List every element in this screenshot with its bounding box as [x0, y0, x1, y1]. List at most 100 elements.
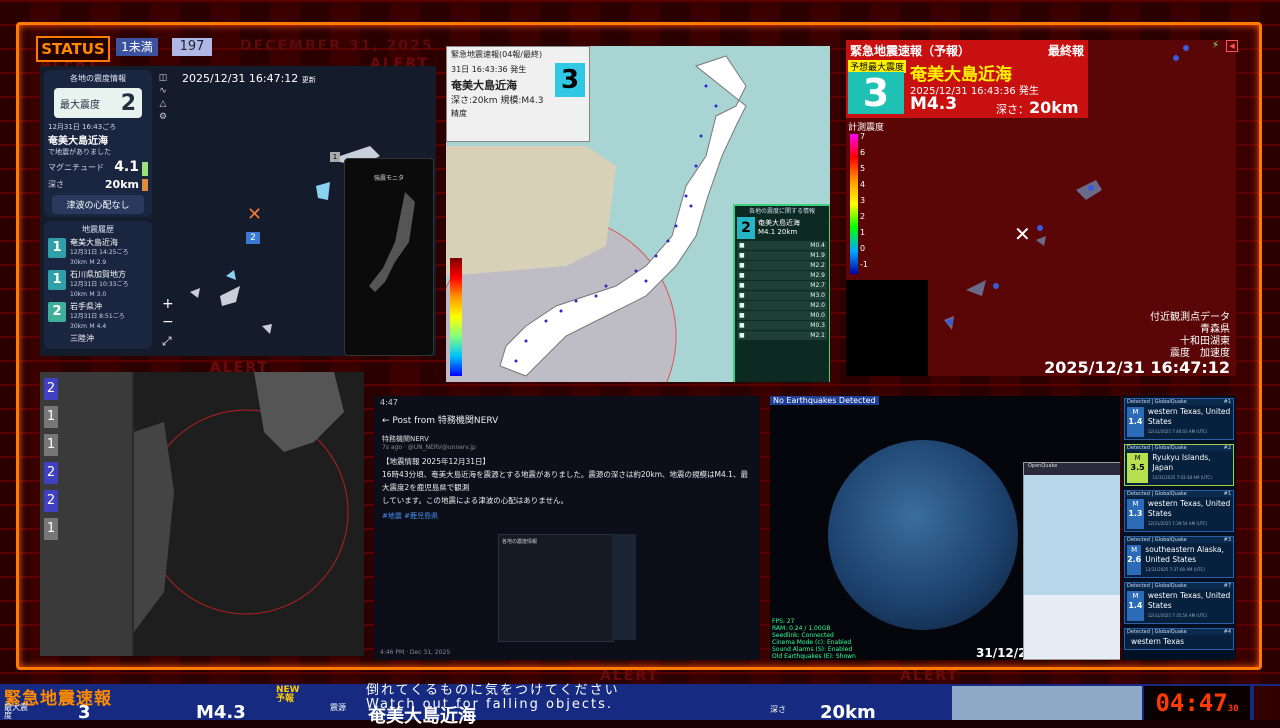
openquake-title: OpenQuake [1024, 463, 1120, 475]
globe-view[interactable] [828, 440, 1018, 630]
alert-watermark: ALERT [600, 668, 660, 684]
nied-list-row[interactable]: ■ M0.3 [737, 321, 827, 330]
history-place: 奄美大島近海 [70, 238, 118, 247]
history-item[interactable]: 1 石川県加賀地方 12月31日 10:33ごろ 10km M 3.0 [48, 270, 148, 299]
history-time: 12月31日 14:25ごろ [70, 249, 129, 256]
kmoni-intensity: 3 [848, 72, 904, 114]
globe-stats: FPS: 27 RAM: 0.24 / 1.00GB Seedlink: Con… [772, 618, 856, 660]
back-icon[interactable]: ◀ [1226, 40, 1238, 52]
globalquake-item-selected[interactable]: Detected | GlobalQuake #2 M 3.5 Ryukyu Isla… [1124, 444, 1234, 486]
history-item[interactable]: 三陸沖 [48, 334, 148, 343]
history-time: 12月31日 8:51ごろ [70, 313, 125, 320]
nied-list-mag: M4.1 [758, 228, 776, 236]
kmoni-title: 緊急地震速報（予報） [850, 44, 971, 58]
magnitude-label: マグニチュード [48, 162, 104, 172]
depth-row: 深さ 20km [48, 177, 148, 191]
nied-list-row[interactable]: ■ M2.2 [737, 261, 827, 270]
seismic-list: 2 1 1 2 2 1 [40, 372, 132, 656]
status-label: STATUS [36, 36, 110, 62]
seismic-list-item[interactable]: 2 [44, 378, 128, 400]
nerv-sidebar: 各地の震度情報 最大震度 2 12月31日 16:43ごろ 奄美大島近海 で地震… [44, 70, 152, 352]
seismic-app-panel: 2 1 1 2 2 1 [40, 372, 364, 656]
history-item[interactable]: 1 奄美大島近海 12月31日 14:25ごろ 30km M 2.9 [48, 238, 148, 267]
twitter-image[interactable]: 各地の震度情報 [498, 534, 614, 642]
nied-list-row[interactable]: ■ M0.4 [737, 241, 827, 250]
nerv-app-panel: 各地の震度情報 最大震度 2 12月31日 16:43ごろ 奄美大島近海 で地震… [40, 66, 436, 356]
ticker-end-block [1254, 686, 1280, 720]
magnitude-row: マグニチュード 4.1 [48, 159, 148, 176]
seismic-list-item[interactable]: 2 [44, 462, 128, 484]
globalquake-item[interactable]: Detected | GlobalQuake #1 M 1.4 western Tex… [1124, 398, 1234, 440]
twitter-user[interactable]: 特務機関NERV [374, 430, 760, 444]
nied-map-panel: 緊急地震速報(04報/最終) 31日 16:43:36 発生 奄美大島近海 深さ… [446, 46, 830, 382]
seismic-list-item[interactable]: 1 [44, 434, 128, 456]
seismic-map [134, 372, 364, 656]
globalquake-item[interactable]: Detected | GlobalQuake #4 western Texas [1124, 628, 1234, 650]
pulse-icon[interactable]: ∿ [158, 86, 168, 96]
nied-list-row[interactable]: ■ M2.9 [737, 271, 827, 280]
kmoni-depth: 深さ：20km [996, 98, 1079, 117]
twitter-panel: 4:47 ← Post from 特務機関NERV 特務機関NERV 7s ag… [374, 396, 760, 660]
back-arrow-icon[interactable]: ← [382, 416, 390, 426]
quake-datetime: 12月31日 16:43ごろ [48, 123, 117, 131]
kmoni-magnitude: M4.3 [910, 94, 958, 114]
nied-list-row[interactable]: ■ M3.0 [737, 291, 827, 300]
nied-list-row[interactable]: ■ M0.0 [737, 311, 827, 320]
depth-bar [142, 179, 148, 191]
tsunami-button[interactable]: 津波の心配なし [52, 195, 144, 214]
globe-panel: No Earthquakes Detected FPS: 27 RAM: 0.2… [770, 396, 1120, 660]
nied-list-row[interactable]: ■ M2.7 [737, 281, 827, 290]
nerv-toolbar: ◫ ∿ △ ⚙ [156, 70, 170, 125]
zoom-out-button[interactable]: − [162, 314, 174, 330]
seismic-list-item[interactable]: 2 [44, 490, 128, 512]
zoom-in-button[interactable]: + [162, 296, 174, 312]
fullscreen-icon[interactable]: ⤢ [162, 334, 172, 349]
seismic-list-item[interactable]: 1 [44, 518, 128, 540]
depth-value: 20km [104, 177, 139, 191]
seismic-map-drawing [134, 372, 349, 632]
signal-icon: ⚡ [1212, 40, 1220, 51]
globe-timestamp: 31/12/2 [976, 646, 1027, 660]
nied-info-box: 緊急地震速報(04報/最終) 31日 16:43:36 発生 奄美大島近海 深さ… [446, 46, 590, 142]
layers-icon[interactable]: ◫ [158, 73, 168, 83]
history-place: 岩手県沖 [70, 302, 102, 311]
history-mag: M 3.0 [89, 291, 107, 298]
warning-icon[interactable]: △ [158, 99, 168, 109]
seismic-list-item[interactable]: 1 [44, 406, 128, 428]
status-badge-intensity: 1未満 [116, 38, 158, 56]
phone-screen: 強震モニタ [344, 158, 434, 356]
history-item[interactable]: 2 岩手県沖 12月31日 8:51ごろ 30km M 4.4 [48, 302, 148, 331]
intensity-card: 各地の震度情報 最大震度 2 12月31日 16:43ごろ 奄美大島近海 で地震… [44, 70, 152, 217]
history-mag: M 4.4 [89, 323, 107, 330]
history-intensity: 2 [48, 302, 66, 322]
history-depth: 30km [70, 323, 87, 330]
gear-icon[interactable]: ⚙ [158, 112, 168, 122]
nied-list-row[interactable]: ■ M2.1 [737, 331, 827, 340]
max-intensity-box: 最大震度 2 [54, 88, 142, 118]
twitter-tags[interactable]: #地震 #鹿児島県 [374, 511, 760, 521]
globalquake-item[interactable]: Detected | GlobalQuake #7 M 1.4 western Tex… [1124, 582, 1234, 624]
kmoni-final: 最終報 [1047, 44, 1084, 58]
openquake-overlay: OpenQuake [1023, 462, 1120, 660]
nied-list-row[interactable]: ■ M1.9 [737, 251, 827, 260]
twitter-status-time: 4:47 [380, 398, 398, 407]
kmoni-obs: 付近観測点データ 青森県 十和田湖東 震度 加速度 [1150, 312, 1230, 360]
nied-list-row[interactable]: ■ M2.0 [737, 301, 827, 310]
date-watermark: DECEMBER 31, 2025 [240, 38, 434, 54]
history-intensity: 1 [48, 270, 66, 290]
twitter-image-title: 各地の震度情報 [502, 539, 538, 545]
kmoni-mini-map [846, 280, 928, 376]
globalquake-item[interactable]: Detected | GlobalQuake #1 M 1.3 western Tex… [1124, 490, 1234, 532]
kmoni-eew-header: 緊急地震速報（予報） 最終報 予想最大震度 3 奄美大島近海 2025/12/31… [846, 40, 1088, 118]
max-intensity-value: 2 [120, 90, 136, 116]
kmoni-timestamp: 2025/12/31 16:47:12 [1044, 358, 1230, 376]
phone-title: 強震モニタ [373, 175, 404, 182]
magnitude-bar [142, 161, 148, 176]
nied-list-depth: 20km [777, 228, 798, 236]
globalquake-list: Detected | GlobalQuake #1 M 1.4 western Tex… [1122, 396, 1236, 660]
ticker-map-thumbnail [952, 686, 1142, 720]
alert-watermark: ALERT [900, 668, 960, 684]
nied-list: 各地の震度に関する情報 2 奄美大島近海 M4.1 20km ■ M0.4 ■ M1.… [733, 204, 830, 382]
ticker-depth-label: 深さ [770, 705, 786, 714]
globalquake-item[interactable]: Detected | GlobalQuake #3 M 2.6 southeaster… [1124, 536, 1234, 578]
